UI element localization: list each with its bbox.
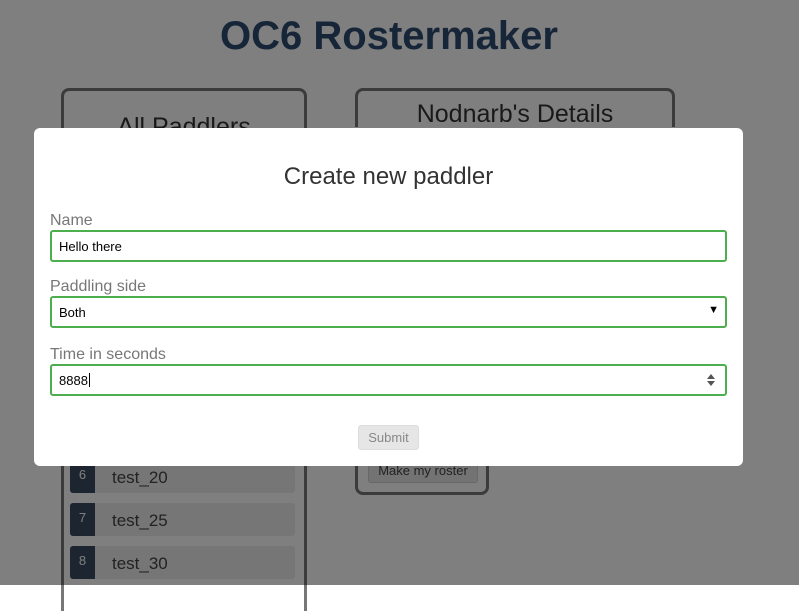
time-input-value: 8888 (59, 373, 90, 388)
text-caret (88, 373, 90, 387)
paddling-side-select[interactable]: Both ▼ (50, 296, 727, 328)
spinner-arrows-icon[interactable] (706, 373, 716, 387)
name-input-value: Hello there (59, 239, 122, 254)
time-input[interactable]: 8888 (50, 364, 727, 396)
paddling-side-label: Paddling side (50, 278, 147, 295)
submit-button[interactable]: Submit (358, 425, 419, 450)
chevron-down-icon: ▼ (708, 304, 719, 316)
spinner-down-icon[interactable] (707, 381, 715, 386)
create-paddler-modal: Create new paddler Name Hello there Padd… (34, 128, 743, 466)
time-label: Time in seconds (50, 346, 166, 363)
name-input[interactable]: Hello there (50, 230, 727, 262)
spinner-up-icon[interactable] (707, 374, 715, 379)
paddling-side-value: Both (59, 305, 86, 320)
name-label: Name (50, 212, 93, 229)
time-input-text: 8888 (59, 373, 88, 388)
modal-title: Create new paddler (283, 163, 494, 190)
